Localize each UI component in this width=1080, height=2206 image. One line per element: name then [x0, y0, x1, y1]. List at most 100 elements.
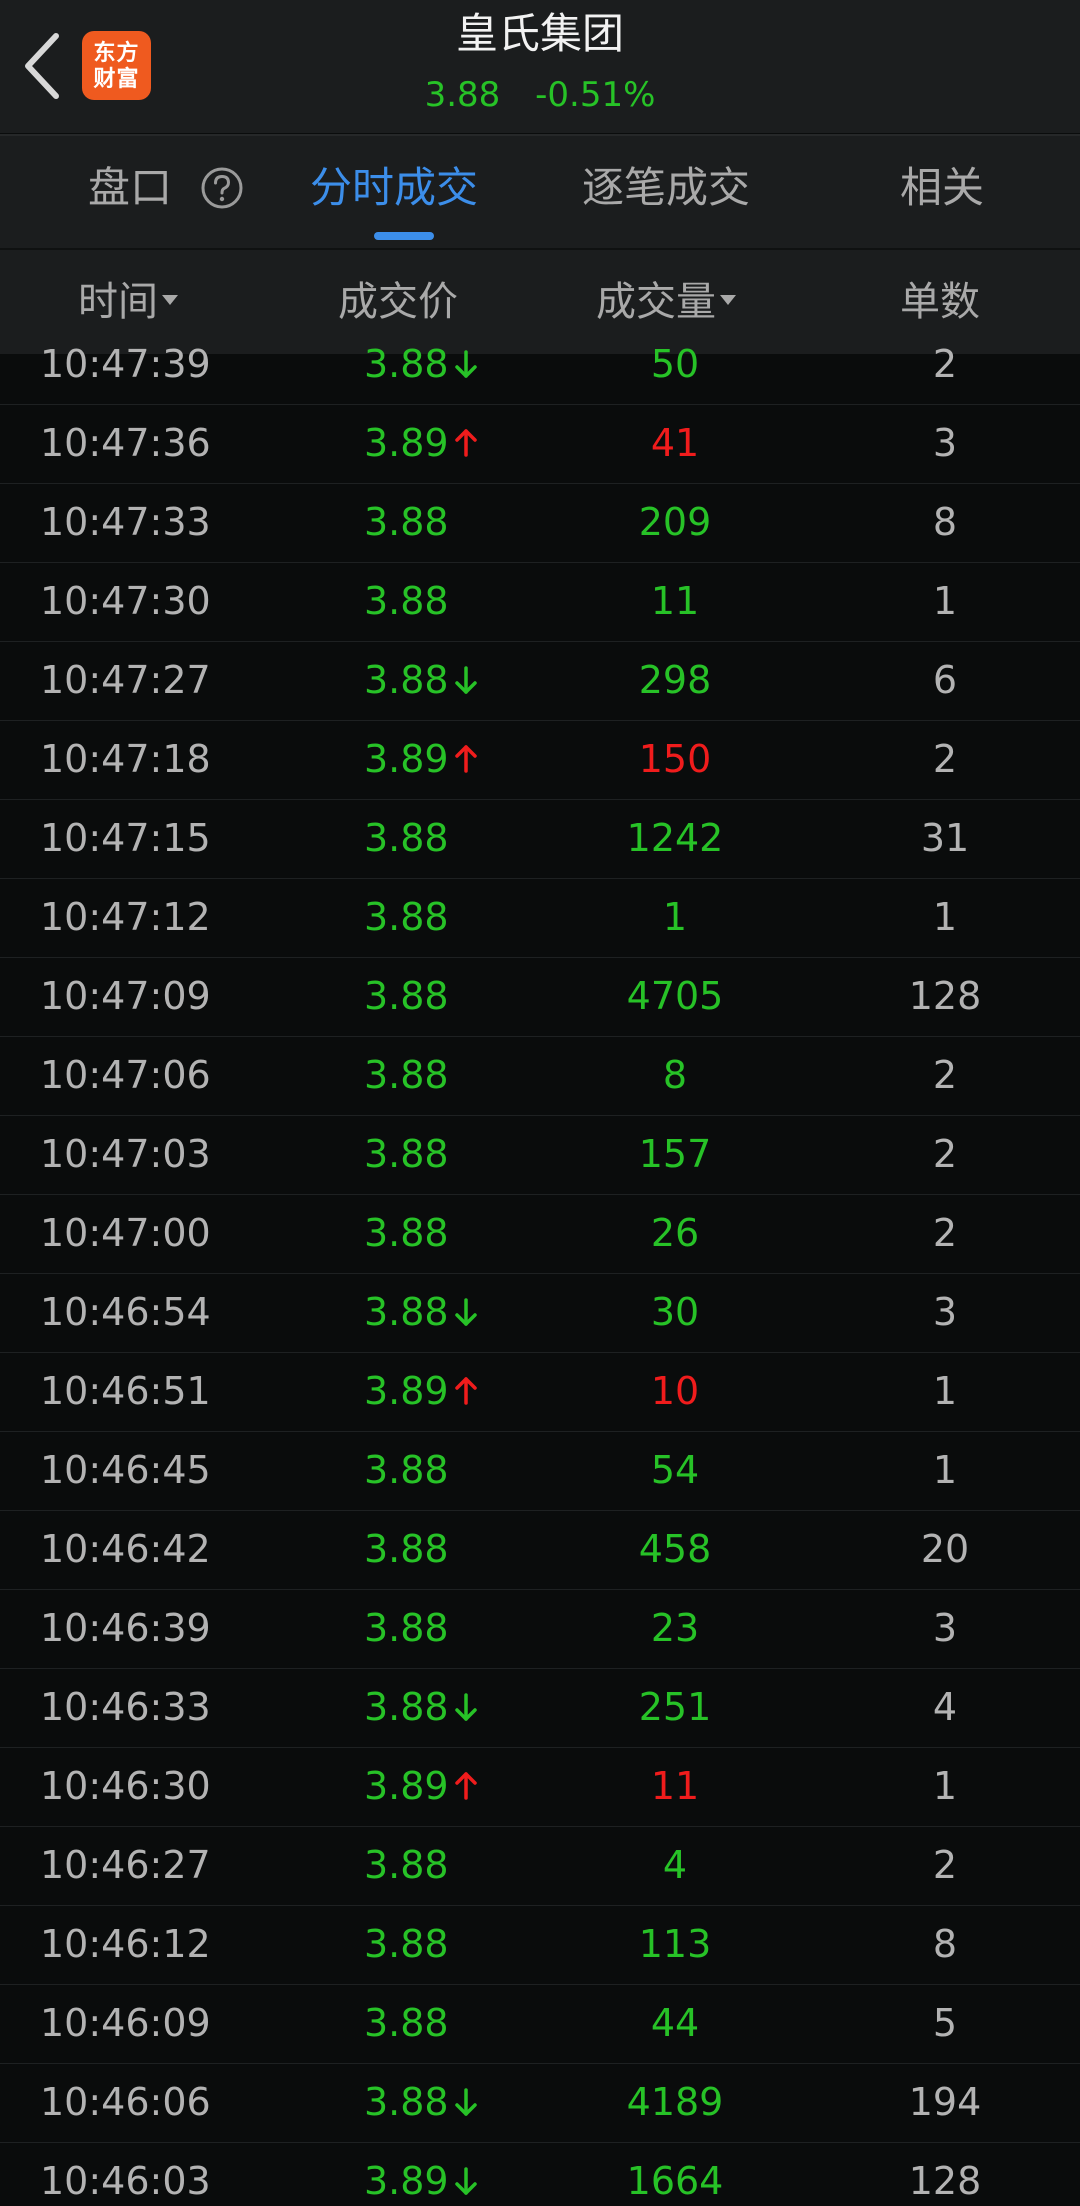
table-row[interactable]: 10:46:30 3.89 11 1: [0, 1747, 1080, 1827]
column-price-header: 成交价: [338, 276, 458, 328]
table-row[interactable]: 10:46:33 3.88 251 4: [0, 1668, 1080, 1748]
trade-price: 3.88: [364, 1606, 449, 1650]
trade-count: 2: [932, 1211, 958, 1255]
table-row[interactable]: 10:46:51 3.89 10 1: [0, 1352, 1080, 1432]
trade-price: 3.89: [364, 1369, 449, 1413]
trade-time: 10:47:15: [40, 816, 211, 860]
trade-count: 4: [932, 1685, 958, 1729]
trade-volume: 113: [638, 1922, 712, 1966]
trade-count: 31: [920, 816, 970, 860]
trade-price-cell: 3.88: [300, 1510, 510, 1589]
trade-count: 128: [908, 2159, 982, 2203]
app-screen: 东方 财富 皇氏集团 3.88 -0.51% 盘口 分时成交 逐笔成交 相关 时…: [0, 0, 1080, 2206]
trade-price: 3.88: [364, 2001, 449, 2045]
trade-price-cell: 3.89: [300, 404, 510, 483]
trade-price-cell: 3.89: [300, 1352, 510, 1431]
table-row[interactable]: 10:47:15 3.88 1242 31: [0, 799, 1080, 879]
trade-price: 3.89: [364, 2159, 449, 2203]
table-row[interactable]: 10:47:30 3.88 11 1: [0, 562, 1080, 642]
trade-price-cell: 3.88: [300, 1984, 510, 2063]
table-row[interactable]: 10:47:09 3.88 4705 128: [0, 957, 1080, 1037]
trade-price: 3.88: [364, 2080, 449, 2124]
help-icon[interactable]: [200, 166, 244, 210]
trade-price-cell: 3.88: [300, 1668, 510, 1747]
table-row[interactable]: 10:47:36 3.89 41 3: [0, 404, 1080, 484]
trade-volume: 157: [638, 1132, 712, 1176]
trade-time: 10:47:33: [40, 500, 211, 544]
trade-price: 3.88: [364, 895, 449, 939]
trade-time: 10:46:30: [40, 1764, 211, 1808]
tab-related-label: 相关: [900, 163, 985, 212]
column-volume-header[interactable]: 成交量: [596, 276, 736, 328]
trade-count: 1: [932, 1369, 958, 1413]
trade-volume: 11: [650, 579, 700, 623]
trade-volume: 4189: [626, 2080, 724, 2124]
trade-volume: 298: [638, 658, 712, 702]
table-row[interactable]: 10:47:03 3.88 157 2: [0, 1115, 1080, 1195]
trade-time: 10:47:00: [40, 1211, 211, 1255]
table-row[interactable]: 10:46:42 3.88 458 20: [0, 1510, 1080, 1590]
trade-volume: 150: [638, 737, 712, 781]
trade-price: 3.88: [364, 658, 449, 702]
tab-time-sharing-label: 分时成交: [310, 163, 479, 212]
trade-volume: 26: [650, 1211, 700, 1255]
tab-related[interactable]: 相关: [900, 162, 984, 214]
table-row[interactable]: 10:46:54 3.88 30 3: [0, 1273, 1080, 1353]
trade-time: 10:47:27: [40, 658, 211, 702]
trade-price: 3.89: [364, 421, 449, 465]
table-row[interactable]: 10:46:39 3.88 23 3: [0, 1589, 1080, 1669]
trade-count: 3: [932, 421, 958, 465]
table-row[interactable]: 10:47:27 3.88 298 6: [0, 641, 1080, 721]
trade-time: 10:46:06: [40, 2080, 211, 2124]
column-time-label: 时间: [78, 279, 158, 325]
tab-time-sharing[interactable]: 分时成交: [310, 162, 478, 214]
trade-volume: 10: [650, 1369, 700, 1413]
trade-count: 2: [932, 1132, 958, 1176]
table-row[interactable]: 10:46:27 3.88 4 2: [0, 1826, 1080, 1906]
column-time-header[interactable]: 时间: [78, 276, 178, 328]
table-row[interactable]: 10:46:03 3.89 1664 128: [0, 2142, 1080, 2206]
table-row[interactable]: 10:47:18 3.89 150 2: [0, 720, 1080, 800]
tab-tick-by-tick[interactable]: 逐笔成交: [582, 162, 750, 214]
sort-caret-icon: [720, 295, 736, 305]
tab-order-book-label: 盘口: [88, 163, 173, 212]
table-row[interactable]: 10:46:09 3.88 44 5: [0, 1984, 1080, 2064]
trade-price-cell: 3.88: [300, 641, 510, 720]
table-row[interactable]: 10:46:12 3.88 113 8: [0, 1905, 1080, 1985]
table-row[interactable]: 10:47:06 3.88 8 2: [0, 1036, 1080, 1116]
table-row[interactable]: 10:47:00 3.88 26 2: [0, 1194, 1080, 1274]
trade-price-cell: 3.88: [300, 325, 510, 404]
trade-volume: 23: [650, 1606, 700, 1650]
table-row[interactable]: 10:46:45 3.88 54 1: [0, 1431, 1080, 1511]
table-row[interactable]: 10:46:06 3.88 4189 194: [0, 2063, 1080, 2143]
trade-price-cell: 3.88: [300, 483, 510, 562]
trade-volume: 41: [650, 421, 700, 465]
tab-order-book[interactable]: 盘口: [88, 162, 172, 214]
arrow-down-icon: [454, 665, 477, 694]
arrow-down-icon: [454, 349, 477, 378]
trade-time: 10:46:27: [40, 1843, 211, 1887]
sort-caret-icon: [162, 295, 178, 305]
table-row[interactable]: 10:47:12 3.88 1 1: [0, 878, 1080, 958]
trade-price-cell: 3.88: [300, 1905, 510, 1984]
trade-volume: 458: [638, 1527, 712, 1571]
trade-price-cell: 3.88: [300, 799, 510, 878]
trade-count: 5: [932, 2001, 958, 2045]
column-count-header: 单数: [900, 276, 980, 328]
trade-time: 10:46:03: [40, 2159, 211, 2203]
table-row[interactable]: 10:47:33 3.88 209 8: [0, 483, 1080, 563]
trade-time: 10:46:51: [40, 1369, 211, 1413]
trade-count: 8: [932, 1922, 958, 1966]
active-tab-indicator: [374, 232, 434, 240]
trade-volume: 30: [650, 1290, 700, 1334]
trade-count: 1: [932, 1764, 958, 1808]
trade-price-cell: 3.88: [300, 562, 510, 641]
trade-volume: 1664: [626, 2159, 724, 2203]
trade-price-cell: 3.88: [300, 1194, 510, 1273]
table-row[interactable]: 10:47:39 3.88 50 2: [0, 325, 1080, 405]
trade-count: 20: [920, 1527, 970, 1571]
trade-price-cell: 3.88: [300, 1431, 510, 1510]
arrow-down-icon: [454, 1692, 477, 1721]
trade-price: 3.89: [364, 1764, 449, 1808]
trade-time: 10:47:36: [40, 421, 211, 465]
